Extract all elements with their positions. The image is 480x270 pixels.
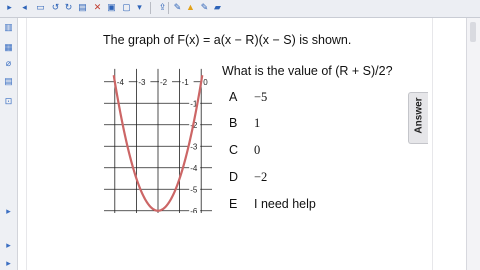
x-tick-label: -2	[160, 78, 168, 87]
properties-icon[interactable]: ▤	[3, 76, 14, 87]
toolbar-divider	[168, 2, 169, 14]
choice-text[interactable]: −5	[254, 90, 267, 105]
choice-text[interactable]: I need help	[254, 197, 316, 211]
question-prompt: What is the value of (R + S)/2?	[222, 64, 393, 78]
choice-text[interactable]: −2	[254, 170, 267, 185]
x-tick-label: -4	[117, 78, 125, 87]
toolbar-divider	[150, 2, 151, 14]
choice-letter[interactable]: B	[229, 116, 237, 130]
attachment-icon[interactable]: ⌀	[3, 58, 14, 69]
page-icon[interactable]: ▥	[3, 22, 14, 33]
gallery-icon[interactable]: ▦	[3, 42, 14, 53]
eraser-icon[interactable]: ▰	[212, 2, 223, 13]
pen-icon[interactable]: ✎	[172, 2, 183, 13]
page-icon[interactable]: ▤	[77, 2, 88, 13]
undo-icon[interactable]: ↺	[50, 2, 61, 13]
addons-icon[interactable]: ⊡	[3, 96, 14, 107]
x-tick-label: 0	[203, 78, 208, 87]
parabola-graph: -4 -3 -2 -1 0-1-2-3-4-5-6	[104, 68, 212, 213]
page-edge	[432, 18, 433, 270]
page-icon[interactable]: ▣	[106, 2, 117, 13]
y-tick-label: -5	[190, 185, 198, 194]
choice-text[interactable]: 0	[254, 143, 260, 158]
page-icon[interactable]: ▸	[3, 258, 14, 269]
y-tick-label: -3	[190, 142, 198, 151]
collapse-icon[interactable]: ▸	[3, 206, 14, 217]
expand-icon[interactable]: ▸	[3, 240, 14, 251]
back-arrow-icon[interactable]: ◂	[19, 2, 30, 13]
highlighter-icon[interactable]: ▲	[185, 2, 196, 13]
choice-letter[interactable]: E	[229, 197, 237, 211]
y-tick-label: -6	[190, 207, 198, 213]
x-tick-label: -3	[138, 78, 146, 87]
choice-letter[interactable]: A	[229, 90, 237, 104]
page-edge	[26, 18, 27, 270]
choice-letter[interactable]: D	[229, 170, 238, 184]
pen-icon[interactable]: ✎	[199, 2, 210, 13]
question-text: The graph of F(x) = a(x − R)(x − S) is s…	[103, 33, 352, 47]
x-tick-label: -1	[182, 78, 190, 87]
choice-letter[interactable]: C	[229, 143, 238, 157]
share-icon[interactable]: ⇪	[157, 2, 168, 13]
redo-icon[interactable]: ↻	[63, 2, 74, 13]
chevron-down-icon[interactable]: ▾	[134, 2, 145, 13]
toolbar: ▸ ◂ ▭ ↺ ↻ ▤ ✕ ▣ ▢ ▾ ⇪ ✎ ▲ ✎ ▰	[0, 0, 480, 18]
close-icon[interactable]: ✕	[92, 2, 103, 13]
answer-tab-label: Answer	[413, 97, 425, 134]
answer-tab[interactable]: Answer	[408, 92, 428, 144]
page-icon[interactable]: ▭	[35, 2, 46, 13]
left-side-panel: ▥ ▦ ⌀ ▤ ⊡ ▸ ▸ ▸	[0, 18, 18, 270]
forward-arrow-icon[interactable]: ▸	[4, 2, 15, 13]
scrollbar-thumb[interactable]	[470, 22, 476, 42]
choice-text[interactable]: 1	[254, 116, 260, 131]
vertical-scrollbar[interactable]	[466, 18, 480, 270]
page-icon[interactable]: ▢	[121, 2, 132, 13]
y-tick-label: -4	[190, 164, 198, 173]
